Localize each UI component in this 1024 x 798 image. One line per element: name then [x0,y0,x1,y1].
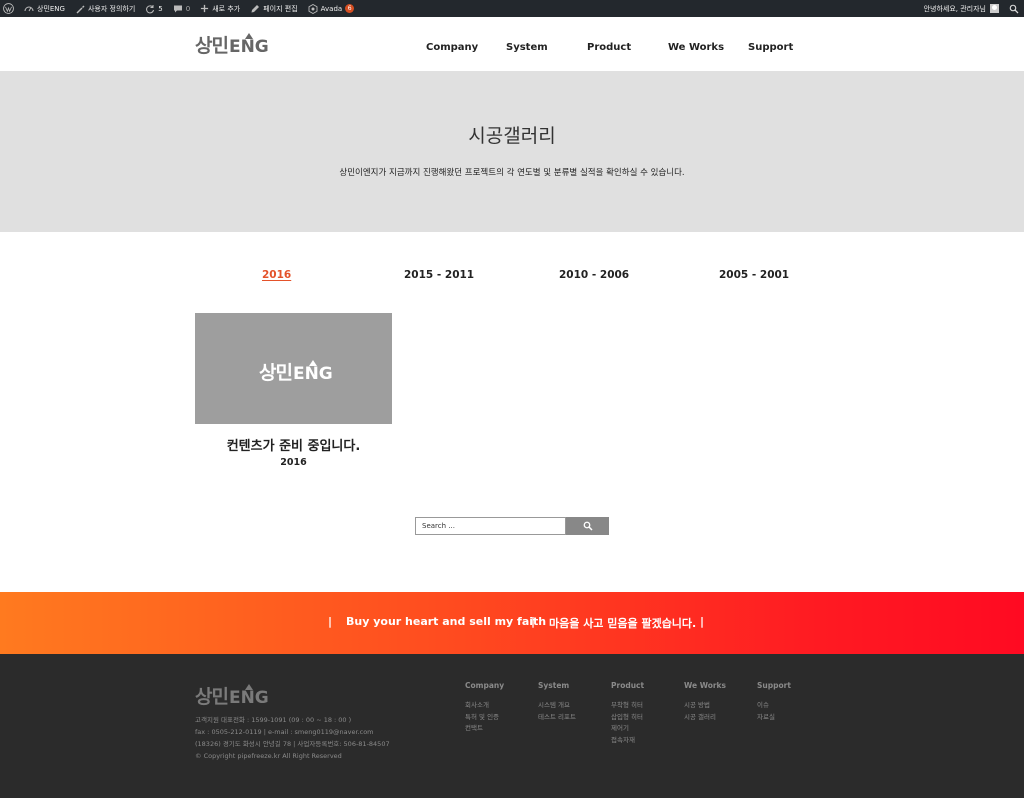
nav-item-system[interactable]: System [506,42,548,53]
divider: | [531,615,536,628]
divider: | [328,615,333,628]
slogan-english: Buy your heart and sell my faith [346,615,547,628]
greeting-label: 안녕하세요, 관리자님 [923,4,986,13]
edit-page-menu[interactable]: 페이지 편집 [245,0,302,17]
info-phone: 고객지원 대표전화 : 1599-1091 (09 : 00 ~ 18 : 00… [195,716,352,724]
new-label: 새로 추가 [212,4,241,13]
footer-heading[interactable]: Company [465,681,504,690]
tab-2016[interactable]: 2016 [262,269,291,281]
footer-link[interactable]: 시공 갤러리 [684,712,726,724]
slogan-korean: 마음을 사고 믿음을 팔겠습니다. [549,617,697,630]
site-name: 상민ENG [37,4,65,13]
footer-col-product: Product 부착형 히터 삽입형 히터 제어기 접속자재 [611,681,644,746]
footer-logo-korean: 상민 [195,686,229,708]
pencil-icon [251,4,260,12]
updates-menu[interactable]: 5 [140,0,167,17]
footer-link[interactable]: 회사소개 [465,700,504,712]
search-icon [583,521,593,531]
footer-col-support: Support 이슈 자료실 [757,681,791,723]
customize-menu[interactable]: 사용자 정의하기 [70,0,140,17]
footer-heading[interactable]: System [538,681,576,690]
updates-count: 5 [158,4,163,13]
logo-korean: 상민 [195,35,229,57]
search-input[interactable] [415,517,566,535]
nav-item-company[interactable]: Company [426,42,478,53]
footer-col-system: System 시스템 개요 테스트 리포트 [538,681,576,723]
footer-col-company: Company 회사소개 특허 및 인증 컨택트 [465,681,504,735]
footer-heading[interactable]: We Works [684,681,726,690]
footer-link[interactable]: 특허 및 인증 [465,712,504,724]
thumbnail-logo-korean: 상민 [259,362,293,384]
account-menu[interactable]: 안녕하세요, 관리자님 [919,0,1004,17]
footer-link[interactable]: 부착형 히터 [611,700,644,712]
footer-logo[interactable]: 상민 ENG [195,682,269,709]
tab-2010-2006[interactable]: 2010 - 2006 [559,269,629,281]
site-header: 상민 ENG Company System Product We Works S… [0,17,1024,71]
search-form [415,517,609,535]
slogan-banner: | Buy your heart and sell my faith | 마음을… [0,592,1024,654]
comment-icon [173,5,182,12]
comments-count: 0 [185,4,191,13]
thumbnail-logo-english: ENG [292,360,333,384]
footer-heading[interactable]: Support [757,681,791,690]
page-title: 시공갤러리 [468,125,556,147]
footer-link[interactable]: 자료실 [757,712,791,724]
search-icon [1009,4,1019,13]
tab-2015-2011[interactable]: 2015 - 2011 [404,269,474,281]
page-subtitle: 상민이엔지가 지금까지 진행해왔던 프로젝트의 각 연도별 및 분류별 실적을 … [339,168,685,178]
tab-2005-2001[interactable]: 2005 - 2001 [719,269,789,281]
info-fax-email: fax : 0505-212-0119 | e-mail : smeng0119… [195,728,374,736]
footer-col-we-works: We Works 시공 방법 시공 갤러리 [684,681,726,723]
search-button[interactable] [566,517,609,535]
theme-menu[interactable]: Avada 6 [303,0,360,17]
dashboard-icon [24,6,34,12]
gallery-item: 상민 ENG 컨텐츠가 준비 중입니다. 2016 [195,313,392,468]
nav-item-product[interactable]: Product [587,42,631,53]
divider: | [700,615,705,628]
site-name-menu[interactable]: 상민ENG [19,0,70,17]
site-logo[interactable]: 상민 ENG [195,31,269,58]
nav-item-support[interactable]: Support [748,42,793,53]
footer-link[interactable]: 시스템 개요 [538,700,576,712]
theme-label: Avada [320,4,343,13]
footer-link[interactable]: 제어기 [611,723,644,735]
thumbnail-logo: 상민 ENG [259,358,333,385]
customize-label: 사용자 정의하기 [87,4,136,13]
footer-link[interactable]: 접속자재 [611,735,644,747]
page-hero: 시공갤러리 상민이엔지가 지금까지 진행해왔던 프로젝트의 각 연도별 및 분류… [0,71,1024,232]
nav-item-we-works[interactable]: We Works [668,42,724,53]
comments-menu[interactable]: 0 [168,0,195,17]
edit-page-label: 페이지 편집 [263,4,298,13]
site-footer: 상민 ENG 고객지원 대표전화 : 1599-1091 (09 : 00 ~ … [0,654,1024,798]
footer-heading[interactable]: Product [611,681,644,690]
refresh-icon [146,4,155,13]
footer-link[interactable]: 삽입형 히터 [611,712,644,724]
footer-link[interactable]: 테스트 리포트 [538,712,576,724]
admin-search-button[interactable] [1004,0,1024,17]
info-address: (18326) 경기도 화성시 안녕길 78 | 사업자등록번호: 506-81… [195,740,390,748]
gallery-thumbnail[interactable]: 상민 ENG [195,313,392,424]
footer-logo-english: ENG [228,684,269,708]
theme-options-icon [308,3,318,14]
plus-icon [201,4,209,13]
company-info: 고객지원 대표전화 : 1599-1091 (09 : 00 ~ 18 : 00… [195,714,390,762]
brush-icon [76,5,85,13]
wordpress-icon [3,3,14,14]
avatar [990,4,999,13]
footer-link[interactable]: 컨택트 [465,723,504,735]
info-copyright: © Copyright pipefreeze.kr All Right Rese… [195,752,342,760]
logo-english: ENG [228,33,269,57]
gallery-item-title[interactable]: 컨텐츠가 준비 중입니다. [195,435,392,454]
wordpress-logo-button[interactable] [0,0,19,17]
admin-bar: 상민ENG 사용자 정의하기 5 0 새로 추가 페이지 편집 Avada 6 … [0,0,1024,17]
gallery-item-year: 2016 [280,457,307,468]
footer-link[interactable]: 이슈 [757,700,791,712]
theme-badge: 6 [345,4,355,13]
footer-link[interactable]: 시공 방법 [684,700,726,712]
new-content-menu[interactable]: 새로 추가 [195,0,245,17]
